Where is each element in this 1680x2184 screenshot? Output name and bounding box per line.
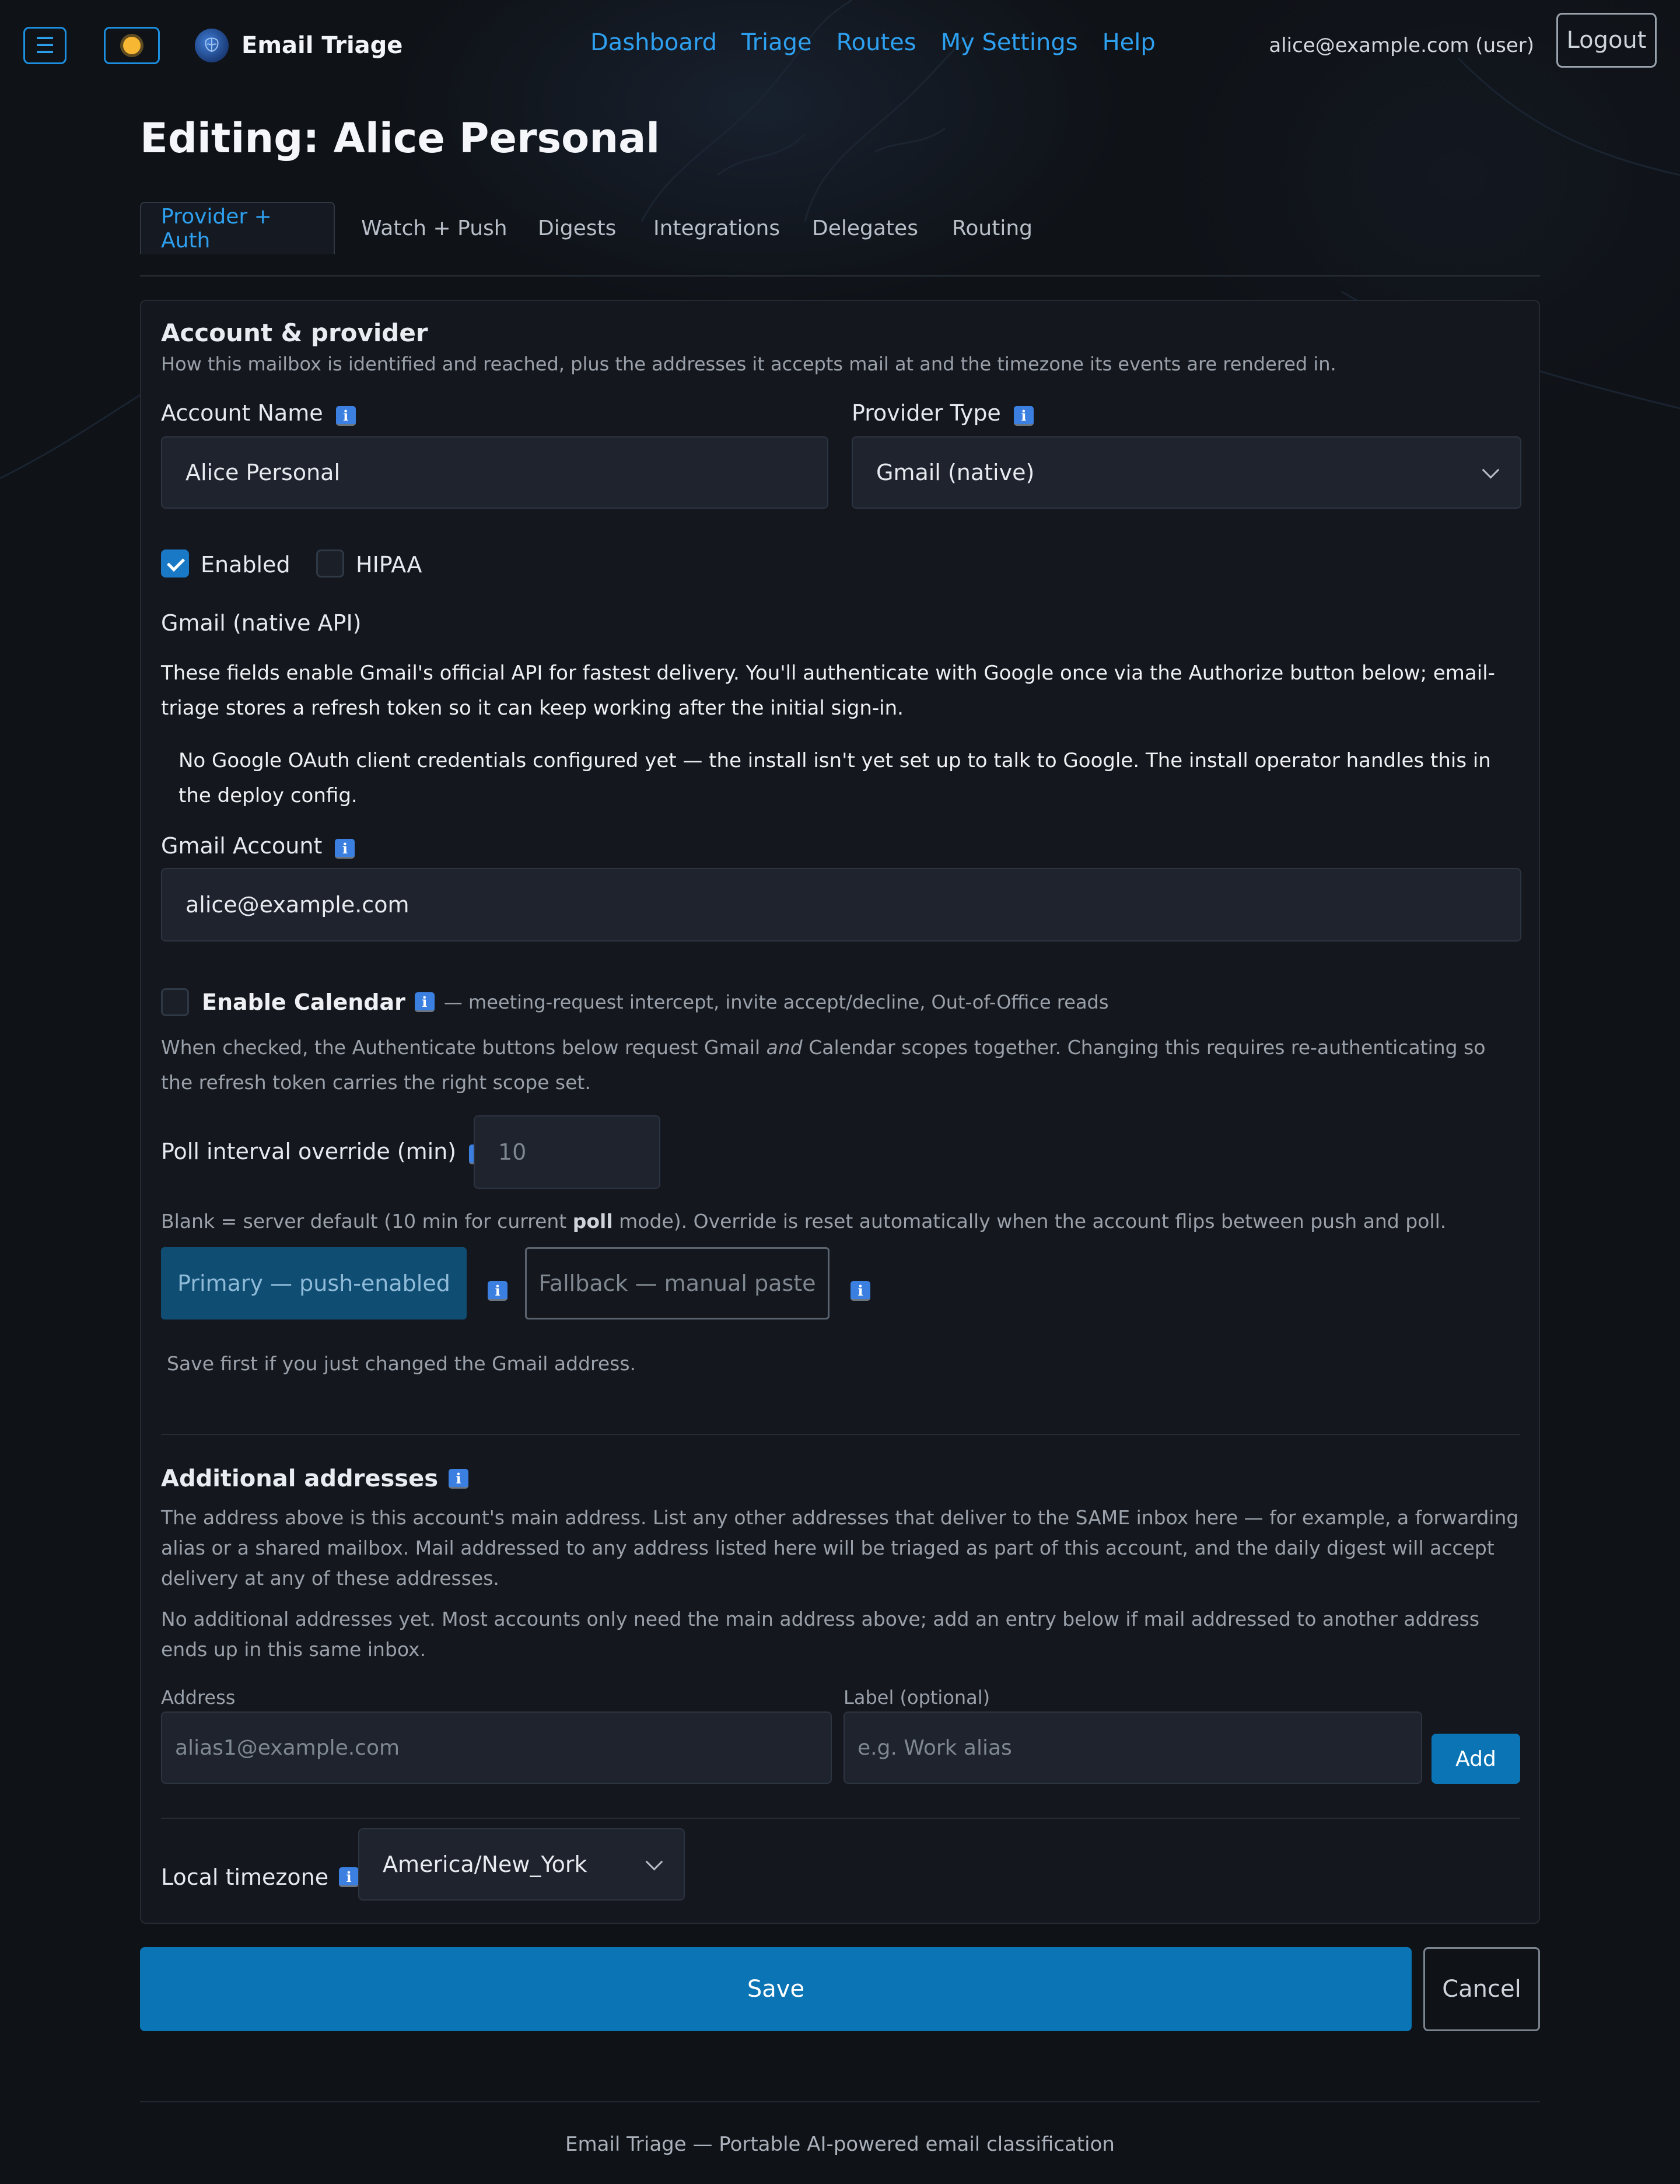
- provider-type-select[interactable]: Gmail (native): [852, 436, 1521, 509]
- additional-addresses-empty-note: No additional addresses yet. Most accoun…: [161, 1608, 1480, 1661]
- nav-links: Dashboard Triage Routes My Settings Help: [590, 29, 1156, 56]
- alias-label-input[interactable]: e.g. Work alias: [844, 1712, 1422, 1784]
- additional-addresses-title: Additional addresses: [161, 1465, 439, 1492]
- tab-watch-push[interactable]: Watch + Push: [361, 202, 508, 254]
- gmail-heading: Gmail (native API): [161, 610, 362, 636]
- logout-button[interactable]: Logout: [1556, 13, 1657, 68]
- info-icon[interactable]: i: [339, 1867, 359, 1887]
- enable-calendar-checkbox[interactable]: [161, 988, 189, 1016]
- info-icon[interactable]: i: [335, 839, 355, 859]
- timezone-select[interactable]: America/New_York: [358, 1828, 685, 1901]
- current-user: alice@example.com (user): [1269, 34, 1534, 57]
- nav-link-routes[interactable]: Routes: [836, 29, 916, 56]
- provider-type-label: Provider Type i: [852, 400, 1034, 426]
- alias-label-label: Label (optional): [844, 1686, 991, 1709]
- enabled-checkbox[interactable]: [161, 550, 189, 578]
- timezone-value: America/New_York: [383, 1852, 587, 1877]
- brand[interactable]: Email Triage: [195, 28, 402, 63]
- nav-link-help[interactable]: Help: [1102, 29, 1156, 56]
- primary-push-button[interactable]: Primary — push-enabled: [161, 1247, 467, 1320]
- page-title: Editing: Alice Personal: [140, 114, 660, 162]
- chevron-down-icon: [1482, 461, 1500, 479]
- footer: Email Triage — Portable AI-powered email…: [565, 2133, 1115, 2156]
- account-provider-card: Account & provider How this mailbox is i…: [140, 300, 1540, 1924]
- account-name-label-text: Account Name: [161, 400, 323, 426]
- fallback-manual-paste-button[interactable]: Fallback — manual paste: [525, 1247, 830, 1320]
- additional-addresses-description: The address above is this account's main…: [161, 1506, 1519, 1590]
- top-nav: ☰ Email Triage Dashboard Triage Routes M…: [0, 0, 1680, 93]
- alias-address-input[interactable]: alias1@example.com: [161, 1712, 832, 1784]
- calendar-note: When checked, the Authenticate buttons b…: [161, 1030, 1520, 1100]
- gmail-description: These fields enable Gmail's official API…: [161, 662, 1495, 720]
- theme-toggle-button[interactable]: [104, 27, 160, 64]
- section-divider: [161, 1434, 1520, 1435]
- info-icon[interactable]: i: [449, 1469, 469, 1489]
- timezone-label: Local timezone i: [161, 1864, 359, 1890]
- save-first-note: Save first if you just changed the Gmail…: [167, 1352, 636, 1375]
- tab-provider-auth[interactable]: Provider + Auth: [140, 202, 335, 254]
- enabled-label: Enabled: [201, 552, 290, 578]
- poll-interval-input[interactable]: 10: [474, 1115, 660, 1189]
- nav-link-dashboard[interactable]: Dashboard: [590, 29, 717, 56]
- info-icon[interactable]: i: [1013, 406, 1034, 426]
- additional-addresses-heading: Additional addresses i: [161, 1465, 469, 1492]
- brand-name: Email Triage: [242, 32, 403, 59]
- poll-note-bold: poll: [572, 1210, 613, 1233]
- settings-tabs: Provider + Auth Watch + Push Digests Int…: [140, 202, 1540, 276]
- tab-delegates[interactable]: Delegates: [812, 202, 918, 254]
- hamburger-icon: ☰: [34, 33, 55, 58]
- calendar-note-part1: When checked, the Authenticate buttons b…: [161, 1036, 761, 1059]
- save-button[interactable]: Save: [140, 1947, 1412, 2031]
- sun-icon: [123, 37, 141, 54]
- timezone-label-text: Local timezone: [161, 1864, 329, 1890]
- poll-interval-note: Blank = server default (10 min for curre…: [161, 1206, 1520, 1237]
- poll-interval-label: Poll interval override (min) i: [161, 1139, 489, 1164]
- nav-link-my-settings[interactable]: My Settings: [941, 29, 1078, 56]
- footer-divider: [140, 2101, 1540, 2102]
- info-icon[interactable]: i: [488, 1281, 508, 1301]
- info-icon[interactable]: i: [414, 992, 435, 1012]
- info-icon[interactable]: i: [335, 406, 356, 426]
- account-name-input[interactable]: Alice Personal: [161, 436, 828, 509]
- add-address-button[interactable]: Add: [1432, 1734, 1520, 1784]
- tab-digests[interactable]: Digests: [538, 202, 616, 254]
- address-label: Address: [161, 1686, 236, 1709]
- chevron-down-icon: [645, 1853, 663, 1871]
- section-description: How this mailbox is identified and reach…: [161, 353, 1336, 375]
- brain-icon: [195, 29, 229, 62]
- info-icon[interactable]: i: [850, 1281, 870, 1301]
- oauth-notice: No Google OAuth client credentials confi…: [178, 749, 1491, 807]
- gmail-account-label-text: Gmail Account: [161, 833, 323, 859]
- tab-integrations[interactable]: Integrations: [653, 202, 780, 254]
- section-divider: [161, 1818, 1520, 1819]
- hipaa-label: HIPAA: [356, 552, 422, 578]
- hipaa-checkbox[interactable]: [316, 550, 344, 578]
- menu-toggle-button[interactable]: ☰: [23, 27, 66, 64]
- poll-interval-label-text: Poll interval override (min): [161, 1139, 457, 1164]
- poll-note-part1: Blank = server default (10 min for curre…: [161, 1210, 567, 1233]
- enable-calendar-hint: — meeting-request intercept, invite acce…: [443, 991, 1109, 1013]
- tab-routing[interactable]: Routing: [952, 202, 1032, 254]
- enable-calendar-label: Enable Calendar: [202, 989, 405, 1015]
- cancel-button[interactable]: Cancel: [1423, 1947, 1540, 2031]
- section-title: Account & provider: [161, 318, 428, 347]
- nav-link-triage[interactable]: Triage: [741, 29, 812, 56]
- enable-calendar-row: Enable Calendar i — meeting-request inte…: [202, 989, 1109, 1015]
- provider-type-value: Gmail (native): [876, 460, 1035, 485]
- account-name-label: Account Name i: [161, 400, 356, 426]
- calendar-note-emphasis: and: [766, 1036, 803, 1059]
- gmail-account-label: Gmail Account i: [161, 833, 355, 859]
- gmail-account-input[interactable]: alice@example.com: [161, 868, 1521, 942]
- poll-note-part2: mode). Override is reset automatically w…: [619, 1210, 1447, 1233]
- provider-type-label-text: Provider Type: [852, 400, 1001, 426]
